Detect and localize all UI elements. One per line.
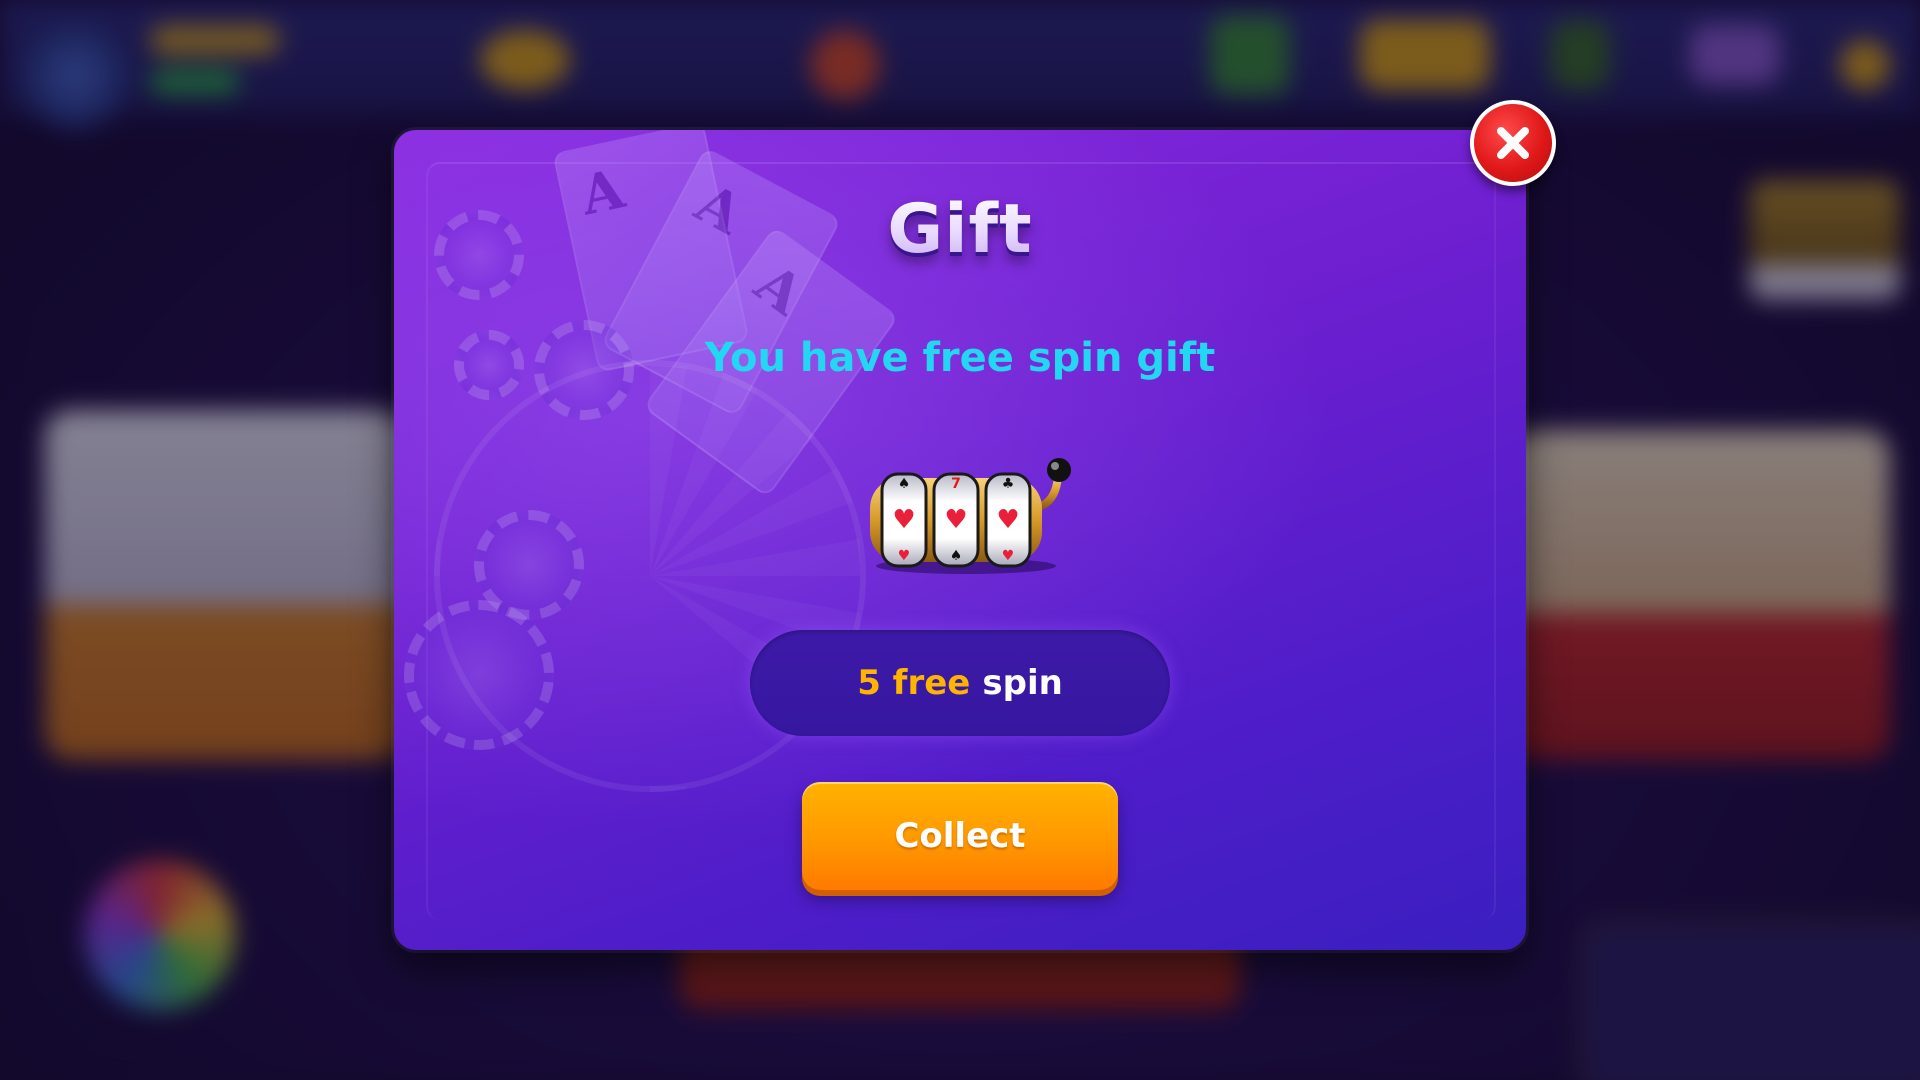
- svg-text:♥: ♥: [892, 505, 915, 535]
- dialog-message: You have free spin gift: [704, 335, 1216, 381]
- free-spin-unit: spin: [982, 663, 1063, 703]
- free-spin-count: 5 free: [857, 663, 971, 703]
- slot-machine-icon: ♠ 7 ♣ ♥ ♥ ♥ ♥ ♠ ♥: [870, 458, 1071, 574]
- svg-text:♥: ♥: [898, 548, 911, 564]
- svg-text:♠: ♠: [898, 476, 911, 492]
- close-x-icon: [1497, 127, 1529, 159]
- collect-button[interactable]: Collect: [802, 782, 1118, 890]
- svg-text:7: 7: [951, 476, 961, 492]
- svg-text:♥: ♥: [996, 505, 1019, 535]
- game-lobby-screen: A A A Gift You have free spin gift: [0, 0, 1920, 1080]
- gift-dialog: A A A Gift You have free spin gift: [394, 130, 1526, 950]
- reward-amount: 5 free spin: [750, 630, 1170, 736]
- svg-text:♠: ♠: [950, 548, 963, 564]
- svg-text:♥: ♥: [944, 505, 967, 535]
- dialog-title: Gift: [394, 190, 1526, 269]
- close-button[interactable]: [1470, 100, 1556, 186]
- svg-text:♥: ♥: [1002, 548, 1015, 564]
- svg-text:♣: ♣: [1002, 476, 1015, 492]
